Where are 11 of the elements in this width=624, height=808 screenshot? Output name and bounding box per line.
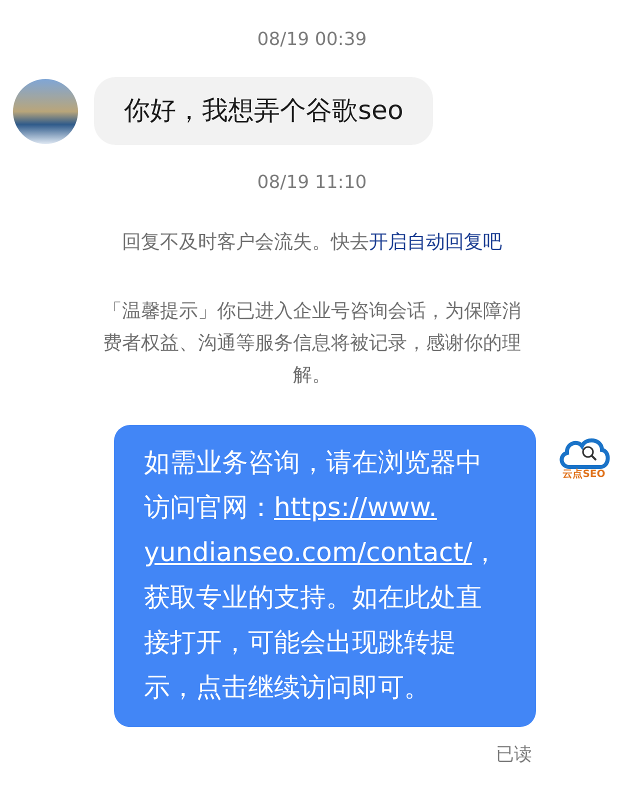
timestamp: 08/19 00:39: [257, 28, 367, 52]
website-link[interactable]: https://www.: [274, 492, 437, 522]
notice-text: 「温馨提示」你已进入企业号咨询会话，为保障消费者权益、沟通等服务信息将被记录，感谢你的理解。: [102, 298, 522, 388]
timestamp: 08/19 11:10: [257, 171, 367, 195]
message-text: 如需业务咨询，请在浏览器中访问官网：https://www. yundianseo.com/contact/，获取专业的支持。如在此处直接打开，可能会出现跳转提示，点击继续访问即可。: [144, 446, 500, 704]
read-status: 已读: [496, 742, 532, 766]
website-link[interactable]: yundianseo.com/contact/: [144, 538, 472, 568]
auto-reply-link[interactable]: 开启自动回复吧: [369, 231, 502, 253]
auto-reply-tip: 回复不及时客户会流失。快去开启自动回复吧: [122, 230, 502, 255]
logo-text: 云点SEO: [562, 468, 606, 480]
message-bubble: 你好，我想弄个谷歌seo: [94, 77, 434, 145]
